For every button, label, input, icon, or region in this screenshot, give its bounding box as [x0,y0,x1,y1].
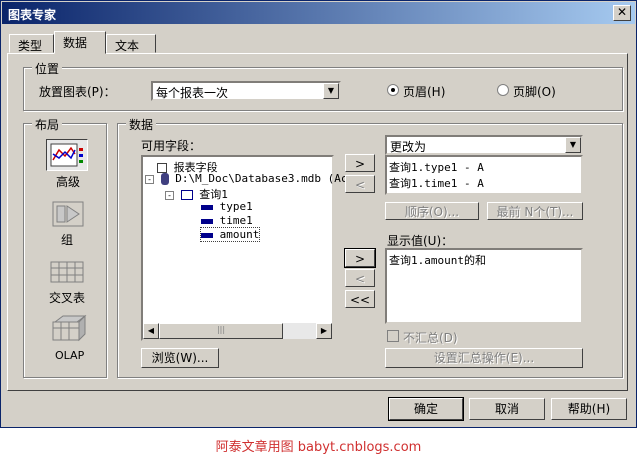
layout-group-label: 布局 [32,116,63,133]
close-icon[interactable]: ✕ [613,5,631,21]
header-radio[interactable] [387,84,399,96]
crosstab-layout-button[interactable] [46,255,88,287]
olap-chart-icon [52,314,87,342]
list-item[interactable]: 查询1.amount的和 [389,252,579,268]
scroll-right-icon[interactable]: ▶ [316,323,332,339]
help-button[interactable]: 帮助(H) [551,398,627,420]
database-icon [160,173,169,185]
field-icon [201,204,213,210]
tab-text[interactable]: 文本 [106,34,156,53]
browse-button[interactable]: 浏览(W)... [141,348,219,368]
tree-item-database[interactable]: - D:\M_Doc\Database3.mdb (Ac [145,172,347,185]
tab-data[interactable]: 数据 [54,31,106,54]
set-summary-button[interactable]: 设置汇总操作(E)... [385,348,583,368]
group-chart-icon [52,201,84,227]
tab-type[interactable]: 类型 [9,34,54,53]
advanced-layout-button[interactable] [46,139,88,171]
position-group-label: 位置 [32,60,63,77]
title-bar: 图表专家 ✕ [2,2,635,24]
layout-label-crosstab: 交叉表 [49,291,86,305]
top-n-button[interactable]: 最前 N个(T)... [487,202,583,220]
remove-all-show-button[interactable]: << [345,290,375,308]
show-value-label: 显示值(U)： [387,234,454,248]
data-group-label: 数据 [126,116,157,133]
list-item[interactable]: 查询1.type1 - A [389,159,579,175]
chart-expert-window: 图表专家 ✕ 类型 数据 文本 位置 放置图表(P)： 每个报表一次 ▼ 页眉(… [0,0,637,428]
no-summary-checkbox[interactable] [387,330,399,342]
olap-layout-button[interactable] [46,313,88,345]
change-to-select[interactable]: 更改为 ▼ [385,135,583,155]
scroll-thumb[interactable]: ||| [159,323,283,339]
add-to-change-button[interactable]: > [345,154,375,172]
scroll-left-icon[interactable]: ◀ [143,323,159,339]
change-to-list[interactable]: 查询1.type1 - A 查询1.time1 - A [385,155,583,195]
no-summary-label: 不汇总(D) [403,331,458,345]
collapse-icon[interactable]: - [145,174,154,184]
footer-radio[interactable] [497,84,509,96]
group-layout-button[interactable] [46,197,88,229]
header-radio-label: 页眉(H) [403,85,446,99]
remove-from-change-button[interactable]: < [345,175,375,193]
place-chart-label: 放置图表(P)： [39,85,116,99]
table-icon [180,190,193,200]
advanced-chart-icon [50,143,83,167]
field-icon [201,218,213,224]
available-fields-label: 可用字段： [141,139,202,153]
remove-from-show-button[interactable]: < [345,269,375,287]
footer-radio-label: 页脚(O) [513,85,556,99]
layout-label-group: 组 [61,233,74,247]
caption: 阿泰文章用图 babyt.cnblogs.com [215,440,422,455]
tree-item-amount[interactable]: amount [199,227,261,242]
layout-label-olap: OLAP [55,349,85,362]
layout-label-advanced: 高级 [56,175,81,189]
place-chart-value: 每个报表一次 [156,86,229,100]
available-fields-tree[interactable]: 报表字段 - D:\M_Doc\Database3.mdb (Ac - 查询1 … [141,155,347,341]
place-chart-select[interactable]: 每个报表一次 ▼ [151,81,341,101]
list-item[interactable]: 查询1.time1 - A [389,175,579,191]
crosstab-chart-icon [50,261,84,283]
show-value-list[interactable]: 查询1.amount的和 [385,248,583,324]
chevron-down-icon[interactable]: ▼ [323,83,339,99]
collapse-icon[interactable]: - [165,190,174,200]
ok-button[interactable]: 确定 [388,397,464,421]
add-to-show-button[interactable]: > [344,248,376,268]
chevron-down-icon[interactable]: ▼ [565,137,581,153]
window-title: 图表专家 [8,8,57,22]
change-to-value: 更改为 [390,140,427,154]
tree-item-type1[interactable]: type1 [201,200,253,213]
tree-item-time1[interactable]: time1 [201,214,253,227]
order-button[interactable]: 顺序(O)... [385,202,479,220]
horizontal-scrollbar[interactable]: ◀ ||| ▶ [143,323,332,339]
cancel-button[interactable]: 取消 [469,398,545,420]
field-icon [201,232,213,238]
